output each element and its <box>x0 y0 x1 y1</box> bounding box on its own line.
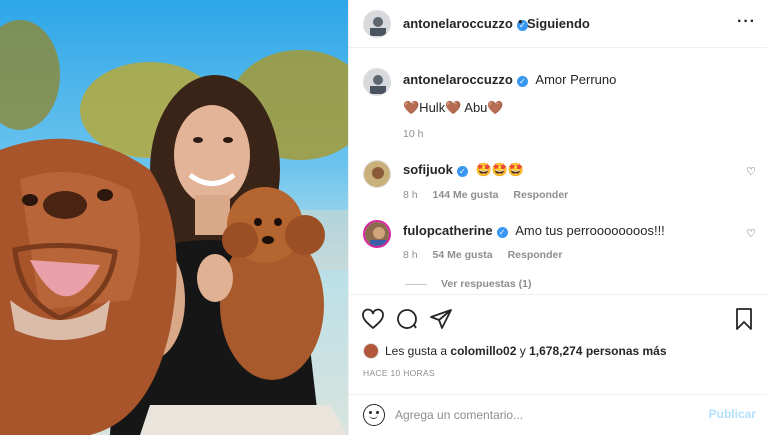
verified-badge-icon: ✓ <box>496 227 508 238</box>
add-comment-bar: Publicar <box>349 394 767 435</box>
verified-badge-icon: ✓ <box>516 76 528 87</box>
post-timestamp[interactable]: HACE 10 HORAS <box>363 368 435 378</box>
post-photo[interactable] <box>0 0 348 435</box>
bookmark-icon[interactable] <box>732 307 756 331</box>
post-actions: Les gusta a colomillo02 y 1,678,274 pers… <box>349 294 767 394</box>
reply-button[interactable]: Responder <box>508 249 563 261</box>
reply-button[interactable]: Responder <box>513 189 568 201</box>
emoji-icon-mouth <box>369 414 378 419</box>
caption-hearts: 🤎Hulk🤎 Abu🤎 <box>403 100 504 115</box>
comments-list[interactable]: antonelaroccuzzo ✓ Amor Perruno 🤎Hulk🤎 Ab… <box>349 48 767 294</box>
author-username-text[interactable]: antonelaroccuzzo <box>403 16 513 31</box>
comment-text: Amo tus perroooooooos!!! <box>515 223 665 238</box>
comment-like-heart-icon[interactable]: ♡ <box>746 227 756 240</box>
post-header: antonelaroccuzzo ✓ • Siguiendo ··· <box>349 0 767 48</box>
view-replies-label[interactable]: Ver respuestas (1) <box>441 278 531 290</box>
caption-username[interactable]: antonelaroccuzzo <box>403 72 513 87</box>
comment-likes[interactable]: 144 Me gusta <box>433 189 499 201</box>
author-username[interactable]: antonelaroccuzzo ✓ <box>403 16 528 31</box>
comment-input[interactable] <box>395 406 695 424</box>
comment-username[interactable]: sofijuok <box>403 162 453 177</box>
caption: antonelaroccuzzo ✓ Amor Perruno <box>403 72 616 87</box>
comment-item: fulopcatherine ✓ Amo tus perroooooooos!!! <box>403 223 665 238</box>
heart-icon[interactable] <box>361 307 385 331</box>
separator-dot: • <box>518 14 523 29</box>
likes-summary: Les gusta a colomillo02 y 1,678,274 pers… <box>363 343 667 359</box>
more-options-icon[interactable]: ··· <box>737 13 756 31</box>
caption-text: Amor Perruno <box>535 72 617 87</box>
comment-icon[interactable] <box>395 307 419 331</box>
verified-badge-icon: ✓ <box>456 166 468 177</box>
post-side-panel: antonelaroccuzzo ✓ • Siguiendo ··· antone… <box>348 0 767 435</box>
comment-avatar[interactable] <box>363 220 391 248</box>
following-button[interactable]: Siguiendo <box>527 16 590 31</box>
author-avatar[interactable] <box>363 10 391 38</box>
caption-time: 10 h <box>403 128 424 140</box>
instagram-post: antonelaroccuzzo ✓ • Siguiendo ··· antone… <box>0 0 767 435</box>
comment-meta: 8 h 144 Me gusta Responder <box>403 189 580 201</box>
comment-text: 🤩🤩🤩 <box>475 162 525 177</box>
comment-likes[interactable]: 54 Me gusta <box>433 249 493 261</box>
likes-count[interactable]: 1,678,274 personas más <box>529 344 666 358</box>
comment-username[interactable]: fulopcatherine <box>403 223 493 238</box>
publish-button[interactable]: Publicar <box>709 407 756 421</box>
replies-divider <box>405 283 427 285</box>
comment-time: 8 h <box>403 189 418 201</box>
comment-item: sofijuok ✓ 🤩🤩🤩 <box>403 162 524 178</box>
post-image <box>0 20 348 435</box>
comment-meta: 8 h 54 Me gusta Responder <box>403 249 574 261</box>
paper-plane-icon[interactable] <box>429 307 453 331</box>
comment-avatar[interactable] <box>363 160 391 188</box>
comment-time: 8 h <box>403 249 418 261</box>
liker-avatar[interactable] <box>363 343 379 359</box>
emoji-icon[interactable] <box>363 404 385 426</box>
comment-like-heart-icon[interactable]: ♡ <box>746 165 756 178</box>
view-replies-button[interactable]: Ver respuestas (1) <box>405 278 531 290</box>
liker-username[interactable]: colomillo02 <box>450 344 516 358</box>
likes-prefix: Les gusta a <box>385 344 451 358</box>
likes-middle: y <box>516 344 530 358</box>
caption-avatar[interactable] <box>363 68 391 96</box>
